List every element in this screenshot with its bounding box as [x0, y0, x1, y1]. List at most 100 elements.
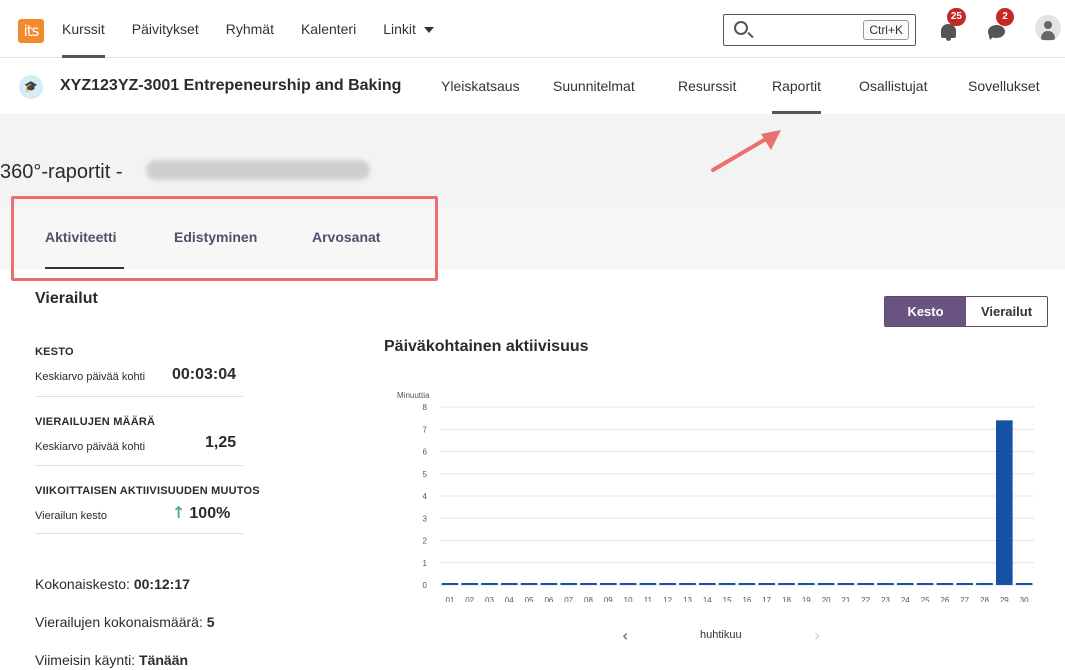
bell-icon — [941, 24, 956, 41]
daily-activity-chart: Minuuttia01234567801 02 03 04 05 06 07 08 09 10 11… — [397, 391, 1034, 602]
total-visits-label: Vierailujen kokonaismäärä: — [35, 614, 203, 630]
visits-title: Vierailut — [35, 290, 98, 307]
divider — [35, 396, 243, 397]
previous-month-button[interactable]: ‹ — [622, 626, 628, 645]
x-tick-label: 12 — [663, 596, 672, 602]
toggle-vierailut-button[interactable]: Vierailut — [966, 297, 1047, 326]
user-avatar[interactable] — [1035, 15, 1061, 41]
chart-bar — [758, 583, 776, 585]
course-title[interactable]: XYZ123YZ-3001 Entrepeneurship and Baking — [60, 58, 401, 114]
x-tick-label: 20 — [822, 596, 831, 602]
visit-count-value: 1,25 — [205, 434, 237, 451]
chart-bar — [639, 583, 657, 585]
chart-bar — [797, 583, 815, 585]
nav-item-linkit[interactable]: Linkit — [383, 0, 434, 58]
x-tick-label: 30 — [1020, 596, 1029, 602]
total-visits: Vierailujen kokonaismäärä: 5 — [35, 614, 215, 630]
weekly-change-label: VIIKOITTAISEN AKTIIVISUUDEN MUUTOS — [35, 485, 260, 497]
divider — [35, 533, 243, 534]
top-navigation: its Kurssit Päivitykset Ryhmät Kalenteri… — [0, 0, 1065, 58]
chart-bar — [481, 583, 498, 585]
x-tick-label: 01 — [445, 596, 454, 602]
chart-bar — [896, 583, 914, 585]
its-logo[interactable]: its — [18, 19, 44, 43]
nav-item-ryhmat[interactable]: Ryhmät — [226, 0, 274, 58]
notifications-button[interactable]: 25 — [936, 8, 966, 44]
nav-item-kalenteri[interactable]: Kalenteri — [301, 0, 356, 58]
tab-resurssit[interactable]: Resurssit — [678, 58, 736, 114]
x-tick-label: 17 — [762, 596, 771, 602]
chart-bar — [500, 583, 518, 585]
divider — [35, 465, 243, 466]
chart-bar — [995, 420, 1013, 585]
chart-bar — [520, 583, 538, 585]
metric-toggle: Kesto Vierailut — [884, 296, 1048, 327]
visit-count-sub: Keskiarvo päivää kohti — [35, 441, 146, 453]
chart-bar — [916, 583, 934, 585]
annotation-arrow-icon — [711, 130, 781, 172]
total-visits-value: 5 — [206, 614, 215, 630]
tab-sovellukset[interactable]: Sovellukset — [968, 58, 1040, 114]
page-header: 360°-raportit - — [0, 114, 1065, 207]
page-title: 360°-raportit - — [0, 161, 123, 183]
x-tick-label: 16 — [742, 596, 751, 602]
tab-yleiskatsaus[interactable]: Yleiskatsaus — [441, 58, 520, 114]
x-tick-label: 14 — [703, 596, 712, 602]
x-tick-label: 18 — [782, 596, 791, 602]
duration-value: 00:03:04 — [172, 366, 237, 383]
x-tick-label: 03 — [485, 596, 494, 602]
messages-button[interactable]: 2 — [984, 8, 1014, 44]
chart-bar — [461, 583, 479, 585]
x-tick-label: 28 — [980, 596, 989, 602]
x-tick-label: 10 — [624, 596, 633, 602]
x-tick-label: 07 — [564, 596, 573, 602]
x-tick-label: 13 — [683, 596, 692, 602]
chart-bar — [659, 583, 677, 585]
toggle-kesto-button[interactable]: Kesto — [885, 297, 966, 326]
x-tick-label: 29 — [1000, 596, 1009, 602]
total-duration-value: 00:12:17 — [133, 576, 190, 592]
x-tick-label: 15 — [723, 596, 732, 602]
visit-count-label: VIERAILUJEN MÄÄRÄ — [35, 416, 156, 428]
y-tick-label: 4 — [423, 492, 428, 501]
chart-bar — [580, 583, 597, 585]
arrow-up-icon: ↑ — [172, 503, 186, 522]
tab-osallistujat[interactable]: Osallistujat — [859, 58, 927, 114]
chart-bar — [738, 583, 756, 585]
y-tick-label: 5 — [423, 470, 428, 479]
x-tick-label: 02 — [465, 596, 474, 602]
chart-bar — [679, 583, 696, 585]
x-tick-label: 08 — [584, 596, 593, 602]
nav-item-paivitykset[interactable]: Päivitykset — [132, 0, 199, 58]
y-tick-label: 8 — [423, 403, 428, 412]
redacted-name — [146, 160, 370, 180]
chart-bar — [718, 583, 736, 585]
nav-label: Linkit — [383, 21, 416, 37]
chart-bar — [778, 583, 795, 585]
next-month-button[interactable]: › — [814, 626, 820, 645]
chart-bar — [698, 583, 716, 585]
search-shortcut: Ctrl+K — [863, 20, 909, 40]
graduation-cap-icon: 🎓 — [19, 75, 43, 99]
y-tick-label: 7 — [423, 425, 428, 434]
tab-suunnitelmat[interactable]: Suunnitelmat — [553, 58, 635, 114]
chart-bar — [441, 583, 459, 585]
course-bar: 🎓 XYZ123YZ-3001 Entrepeneurship and Baki… — [0, 58, 1065, 114]
last-visit: Viimeisin käynti: Tänään — [35, 652, 188, 668]
last-visit-label: Viimeisin käynti: — [35, 652, 136, 668]
weekly-change-number: 100% — [189, 505, 231, 522]
y-tick-label: 3 — [423, 514, 428, 523]
nav-item-kurssit[interactable]: Kurssit — [62, 0, 105, 58]
chart-bar — [936, 583, 954, 585]
chart-bar — [619, 583, 637, 585]
x-tick-label: 21 — [841, 596, 850, 602]
search-input[interactable]: Ctrl+K — [723, 14, 916, 46]
x-tick-label: 06 — [544, 596, 553, 602]
x-tick-label: 27 — [960, 596, 969, 602]
total-duration-label: Kokonaiskesto: — [35, 576, 130, 592]
chart-bar — [540, 583, 558, 585]
tab-raportit[interactable]: Raportit — [772, 58, 822, 114]
chart-bar — [1015, 583, 1033, 585]
weekly-change-sub: Vierailun kesto — [35, 510, 107, 522]
notifications-badge: 25 — [946, 8, 966, 26]
